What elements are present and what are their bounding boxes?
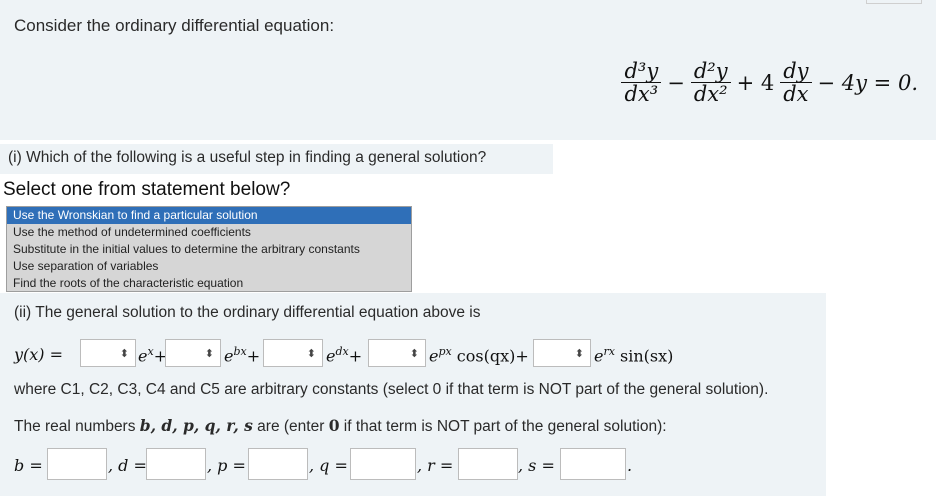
second-derivative-term: d²y dx² [690,59,731,105]
term2-numerator: d²y [693,59,728,83]
param-s-input[interactable] [560,448,626,480]
real-numbers-instruction: The real numbers b, d, p, q, r, s are (e… [14,416,667,435]
term1-denominator: dx³ [621,82,662,105]
corner-divider [866,0,922,4]
differential-equation: d³y dx³ − d²y dx² + 4 dy dx − 4y = 0. [621,60,918,105]
param-s-label: , s = [518,456,555,475]
select-arrow-icon: ⬍ [574,347,584,360]
question-intro: Consider the ordinary differential equat… [14,16,335,35]
select-arrow-icon: ⬍ [119,347,129,360]
param-r-input[interactable] [458,448,518,480]
term4: epx cos(qx)+ [429,345,529,366]
list-option-undetermined-coefficients[interactable]: Use the method of undetermined coefficie… [7,224,411,241]
c4-select[interactable]: ⬍ [368,339,426,367]
param-r-label: , r = [417,456,454,475]
param-p-label: , p = [207,456,246,475]
equation-tail: − 4y = 0. [817,70,918,95]
select-arrow-icon: ⬍ [306,347,316,360]
statement-listbox[interactable]: Use the Wronskian to find a particular s… [6,206,412,292]
equation-operator-1: − [667,70,685,95]
part-ii-question: (ii) The general solution to the ordinar… [14,304,481,321]
third-derivative-term: d³y dx³ [621,59,662,105]
list-option-separation-of-variables[interactable]: Use separation of variables [7,258,411,275]
constants-note: where C1, C2, C3, C4 and C5 are arbitrar… [14,381,769,398]
term3-numerator: dy [783,59,809,83]
end-period: . [627,456,633,475]
param-q-input[interactable] [350,448,416,480]
c1-select[interactable]: ⬍ [80,339,136,367]
term1-numerator: d³y [624,59,659,83]
term3: edx+ [326,345,363,366]
equation-operator-2: + 4 [736,70,775,95]
param-b-label: b = [14,456,43,475]
select-arrow-icon: ⬍ [204,347,214,360]
term3-denominator: dx [780,82,812,105]
select-prompt: Select one from statement below? [3,179,291,200]
term2: ebx+ [224,345,261,366]
c5-select[interactable]: ⬍ [533,339,591,367]
c3-select[interactable]: ⬍ [263,339,323,367]
select-arrow-icon: ⬍ [409,347,419,360]
list-option-wronskian[interactable]: Use the Wronskian to find a particular s… [7,207,411,224]
param-d-input[interactable] [146,448,206,480]
list-option-characteristic-roots[interactable]: Find the roots of the characteristic equ… [7,275,411,292]
param-b-input[interactable] [47,448,107,480]
term5: erx sin(sx) [594,345,674,366]
param-q-label: , q = [309,456,348,475]
param-p-input[interactable] [248,448,308,480]
part-i-question: (i) Which of the following is a useful s… [8,149,487,166]
first-derivative-term: dy dx [780,59,812,105]
list-option-initial-values[interactable]: Substitute in the initial values to dete… [7,241,411,258]
term2-denominator: dx² [690,82,731,105]
term1: ex+ [138,345,168,366]
param-d-label: , d = [108,456,147,475]
c2-select[interactable]: ⬍ [165,339,221,367]
solution-lhs: y(x) = [14,345,64,364]
